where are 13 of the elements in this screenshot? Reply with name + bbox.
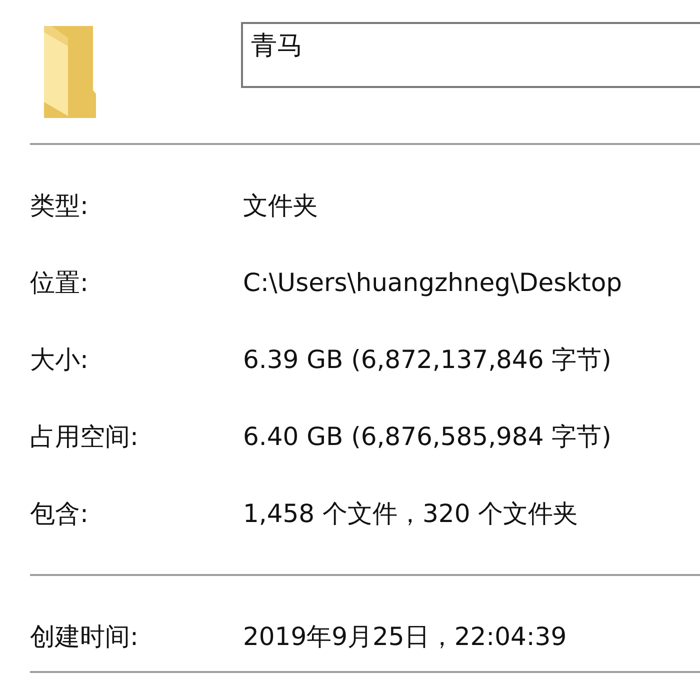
property-value: 文件夹 (243, 190, 318, 222)
property-value: 6.40 GB (6,876,585,984 字节) (243, 420, 612, 453)
property-label: 包含: (30, 498, 90, 530)
property-label: 占用空间: (30, 420, 140, 453)
property-value: 1,458 个文件，320 个文件夹 (243, 498, 578, 530)
property-label: 类型: (30, 190, 90, 222)
property-label: 创建时间: (30, 620, 140, 653)
property-label: 大小: (30, 344, 90, 376)
property-label: 位置: (30, 266, 90, 299)
property-value: 2019年9月25日，22:04:39 (243, 620, 567, 653)
property-value: C:\Users\huangzhneg\Desktop (243, 266, 622, 299)
property-value: 6.39 GB (6,872,137,846 字节) (243, 344, 612, 376)
name-field[interactable]: 青马 (241, 22, 700, 88)
